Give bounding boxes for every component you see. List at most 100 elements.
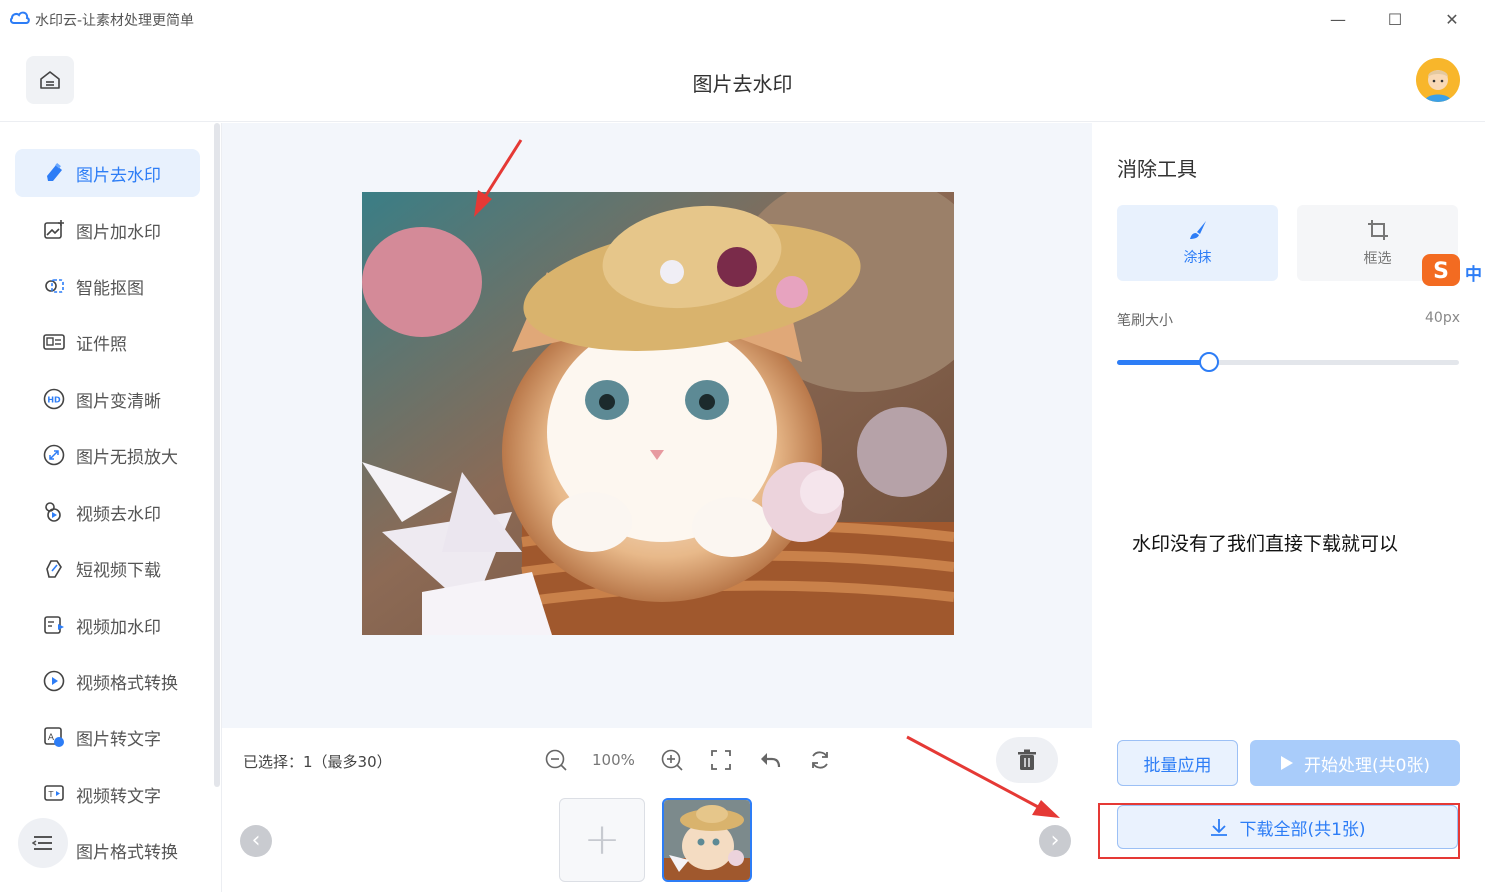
video-eraser-icon <box>43 501 65 523</box>
download-all-label: 下载全部(共1张) <box>1239 819 1366 840</box>
sidebar-item-video-to-text[interactable]: T 视频转文字 <box>15 770 200 818</box>
sidebar-item-label: 视频去水印 <box>76 504 161 525</box>
slider-handle[interactable] <box>1199 352 1219 372</box>
add-image-button[interactable]: + <box>559 798 645 882</box>
reset-icon <box>812 751 828 769</box>
svg-text:A: A <box>48 733 55 743</box>
trash-icon <box>1018 749 1036 770</box>
link-icon <box>43 557 65 579</box>
sidebar-item-label: 图片加水印 <box>76 222 161 243</box>
app-header: 图片去水印 <box>0 38 1485 122</box>
brush-icon <box>1189 221 1206 239</box>
smear-tool-button[interactable]: 涂抹 <box>1117 205 1278 281</box>
close-button[interactable]: ✕ <box>1432 6 1472 32</box>
sidebar-item-id-photo[interactable]: 证件照 <box>15 318 200 366</box>
box-select-tool-label: 框选 <box>1363 251 1392 267</box>
sidebar-item-remove-watermark[interactable]: 图片去水印 <box>15 149 200 197</box>
play-circle-icon <box>43 670 65 692</box>
id-card-icon <box>43 331 65 353</box>
start-process-label: 开始处理(共0张) <box>1303 755 1431 776</box>
plus-icon: + <box>583 814 621 865</box>
chevron-right-icon: › <box>1050 828 1060 853</box>
fit-screen-button[interactable] <box>707 746 735 774</box>
play-icon <box>1280 756 1293 770</box>
reset-button[interactable] <box>806 746 834 774</box>
crop-icon <box>1367 220 1388 240</box>
menu-icon <box>32 836 52 850</box>
undo-button[interactable] <box>756 746 784 774</box>
brush-size-value: 40px <box>1425 310 1460 326</box>
sidebar-item-enhance[interactable]: HD 图片变清晰 <box>15 375 200 423</box>
batch-apply-button[interactable]: 批量应用 <box>1117 740 1238 786</box>
sidebar-item-label: 图片去水印 <box>76 165 161 186</box>
sidebar-item-label: 证件照 <box>76 334 127 355</box>
title-bar: 水印云-让素材处理更简单 — ☐ ✕ <box>0 0 1485 38</box>
brush-size-slider[interactable] <box>1117 352 1459 372</box>
sidebar-item-label: 视频转文字 <box>76 786 161 807</box>
smear-tool-label: 涂抹 <box>1183 250 1212 266</box>
svg-text:HD: HD <box>47 396 61 405</box>
minimize-button[interactable]: — <box>1318 6 1358 32</box>
eraser-tool-panel: 消除工具 涂抹 框选 S 中 笔刷大小 40px 水印没有了我们直接下载就可以 … <box>1092 123 1485 892</box>
sidebar-item-add-watermark[interactable]: 图片加水印 <box>15 206 200 254</box>
prev-image-button[interactable]: ‹ <box>240 825 272 857</box>
page-title: 图片去水印 <box>692 72 793 96</box>
svg-text:T: T <box>48 790 54 799</box>
sidebar-item-label: 短视频下载 <box>76 560 161 581</box>
selection-count: 已选择：1（最多30） <box>243 753 392 771</box>
chevron-left-icon: ‹ <box>251 828 261 853</box>
sidebar-item-video-convert[interactable]: 视频格式转换 <box>15 657 200 705</box>
annotation-note: 水印没有了我们直接下载就可以 <box>1132 533 1399 555</box>
video-add-icon <box>43 614 65 636</box>
window-title: 水印云-让素材处理更简单 <box>35 13 195 29</box>
avatar[interactable] <box>1416 58 1460 102</box>
download-icon <box>1211 819 1228 836</box>
zoom-level: 100% <box>592 751 635 769</box>
image-canvas[interactable] <box>222 123 1092 728</box>
zoom-out-button[interactable] <box>542 746 570 774</box>
sidebar-item-label: 图片无损放大 <box>76 447 178 468</box>
video-text-icon: T <box>43 783 65 805</box>
image-add-icon <box>43 219 65 241</box>
cutout-icon <box>43 275 65 297</box>
sidebar-item-label: 图片转文字 <box>76 729 161 750</box>
zoom-in-icon <box>661 749 683 771</box>
collapse-menu-button[interactable] <box>18 818 68 868</box>
kitten-image[interactable] <box>362 192 954 635</box>
app-logo-icon <box>10 11 30 24</box>
svg-text:S: S <box>1433 259 1449 284</box>
sidebar-item-enlarge[interactable]: 图片无损放大 <box>15 431 200 479</box>
brush-size-label: 笔刷大小 <box>1117 313 1173 329</box>
sidebar-item-label: 图片格式转换 <box>76 842 178 863</box>
fit-screen-icon <box>711 750 731 770</box>
bottom-toolbar: 已选择：1（最多30） 100% ‹ + › <box>222 728 1092 892</box>
maximize-button[interactable]: ☐ <box>1375 6 1415 32</box>
zoom-in-button[interactable] <box>658 746 686 774</box>
sidebar-item-video-add-watermark[interactable]: 视频加水印 <box>15 601 200 649</box>
hd-icon: HD <box>43 388 65 410</box>
panel-title: 消除工具 <box>1117 157 1197 181</box>
image-thumbnail[interactable] <box>662 798 752 882</box>
eraser-icon <box>43 162 65 184</box>
sidebar-item-video-remove-watermark[interactable]: 视频去水印 <box>15 488 200 536</box>
sidebar-item-label: 视频格式转换 <box>76 673 178 694</box>
sidebar-item-image-to-text[interactable]: A 图片转文字 <box>15 713 200 761</box>
ime-indicator[interactable]: S 中 <box>1422 253 1485 287</box>
download-all-button[interactable]: 下载全部(共1张) <box>1117 805 1458 849</box>
sidebar-scrollbar[interactable] <box>214 123 220 787</box>
image-text-icon: A <box>43 726 65 748</box>
sidebar-item-cutout[interactable]: 智能抠图 <box>15 262 200 310</box>
delete-button[interactable] <box>996 737 1058 783</box>
sidebar-item-video-download[interactable]: 短视频下载 <box>15 544 200 592</box>
user-avatar-icon <box>1416 58 1460 102</box>
next-image-button[interactable]: › <box>1039 825 1071 857</box>
ime-char: 中 <box>1465 265 1482 285</box>
sidebar-item-label: 图片变清晰 <box>76 391 161 412</box>
sidebar-item-label: 智能抠图 <box>76 278 144 299</box>
slider-fill <box>1117 360 1209 365</box>
zoom-out-icon <box>545 749 567 771</box>
start-process-button[interactable]: 开始处理(共0张) <box>1250 740 1460 786</box>
sidebar: 图片去水印 图片加水印 智能抠图 证件照 HD 图片变清晰 图片无损放大 视频去… <box>0 123 222 892</box>
sidebar-item-label: 视频加水印 <box>76 617 161 638</box>
enlarge-icon <box>43 444 65 466</box>
